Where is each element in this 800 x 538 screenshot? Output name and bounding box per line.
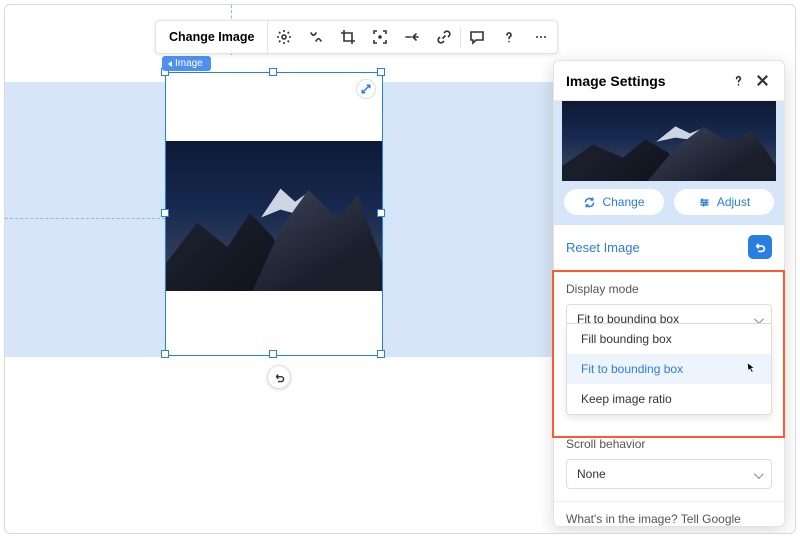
panel-help-icon[interactable] [728, 71, 748, 91]
image-toolbar: Change Image [155, 20, 558, 54]
scroll-behavior-section: Scroll behavior None [554, 437, 784, 502]
comment-icon[interactable] [461, 21, 493, 53]
crop-icon[interactable] [332, 21, 364, 53]
link-icon[interactable] [428, 21, 460, 53]
alt-text-section: What's in the image? Tell Google [554, 502, 784, 526]
reset-image-button[interactable] [748, 235, 772, 259]
change-button-label: Change [602, 195, 644, 209]
more-icon[interactable] [525, 21, 557, 53]
element-badge[interactable]: Image [162, 56, 211, 71]
change-image-label: Change Image [169, 30, 254, 44]
image-settings-panel: Image Settings Change Adjust [553, 60, 785, 527]
display-mode-dropdown: Fill bounding box Fit to bounding box Ke… [566, 323, 772, 415]
selected-image-element[interactable] [165, 72, 383, 356]
cursor-icon [743, 361, 757, 378]
animation-icon[interactable] [396, 21, 428, 53]
panel-title: Image Settings [566, 73, 724, 89]
adjust-button[interactable]: Adjust [674, 189, 774, 215]
display-mode-option[interactable]: Keep image ratio [567, 384, 771, 414]
scroll-behavior-select[interactable]: None [566, 459, 772, 489]
display-mode-option[interactable]: Fill bounding box [567, 324, 771, 354]
display-mode-label: Display mode [566, 282, 772, 296]
resize-handle[interactable] [269, 68, 277, 76]
close-icon[interactable] [752, 71, 772, 91]
canvas-bg-left [5, 82, 165, 357]
resize-handle[interactable] [377, 68, 385, 76]
help-icon[interactable] [493, 21, 525, 53]
change-button[interactable]: Change [564, 189, 664, 215]
resize-handle[interactable] [161, 350, 169, 358]
expand-icon[interactable] [356, 79, 376, 99]
settings-icon[interactable] [268, 21, 300, 53]
alt-text-label: What's in the image? Tell Google [566, 512, 772, 526]
guide-horiz [5, 218, 165, 219]
display-mode-option[interactable]: Fit to bounding box [567, 354, 771, 384]
undo-button[interactable] [267, 365, 291, 389]
panel-preview: Change Adjust [554, 101, 784, 225]
filters-icon[interactable] [300, 21, 332, 53]
reset-image-link[interactable]: Reset Image [566, 240, 748, 255]
image-preview [166, 141, 382, 291]
change-image-button[interactable]: Change Image [156, 21, 268, 53]
scroll-behavior-label: Scroll behavior [566, 437, 772, 451]
resize-handle[interactable] [269, 350, 277, 358]
element-badge-label: Image [175, 58, 203, 69]
adjust-button-label: Adjust [717, 195, 750, 209]
display-mode-section: Display mode Fit to bounding box Fill bo… [554, 272, 784, 437]
resize-handle[interactable] [161, 209, 169, 217]
resize-handle[interactable] [377, 209, 385, 217]
focal-point-icon[interactable] [364, 21, 396, 53]
resize-handle[interactable] [377, 350, 385, 358]
